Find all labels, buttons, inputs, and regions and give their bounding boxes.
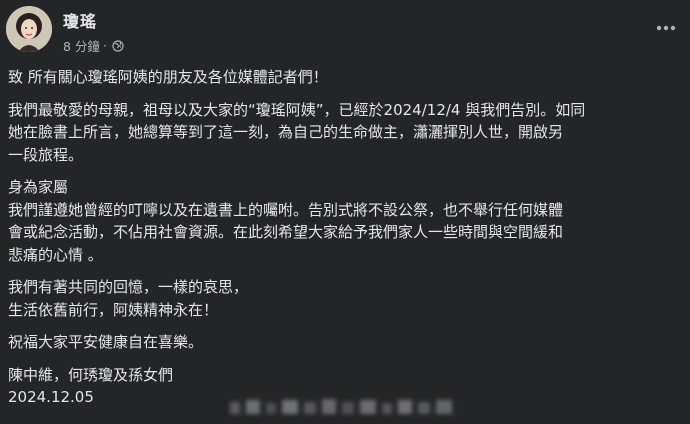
paragraph-farewell: 我們最敬愛的母親，祖母以及大家的“瓊瑤阿姨”，已經於2024/12/4 與我們告…: [8, 99, 684, 167]
text-line: 我們最敬愛的母親，祖母以及大家的“瓊瑤阿姨”，已經於2024/12/4 與我們告…: [8, 100, 586, 119]
paragraph-blessing: 祝福大家平安健康自在喜樂。: [8, 333, 204, 351]
post-header: 瓊瑤 8 分鐘 ·: [0, 0, 690, 62]
globe-icon[interactable]: [112, 39, 124, 52]
post-time[interactable]: 8 分鐘: [63, 36, 100, 55]
text-line: 她在臉書上所言，她總算等到了這一刻，為自己的生命做主，瀟灑揮別人世，開啟另: [8, 123, 564, 141]
more-options-button[interactable]: [652, 18, 680, 38]
paragraph-family: 身為家屬 我們謹遵她曾經的叮嚀以及在遺書上的囑咐。告別式將不設公祭，也不舉行任何…: [8, 176, 684, 266]
avatar[interactable]: [6, 6, 52, 52]
post-meta: 8 分鐘 ·: [63, 36, 124, 55]
signature-names: 陳中維，何琇瓊及孫女們: [8, 365, 174, 384]
text-line: 悲痛的心情 。: [8, 245, 103, 264]
post-body: 致 所有關心瓊瑤阿姨的朋友及各位媒體記者們！ 我們最敬愛的母親，祖母以及大家的“…: [8, 66, 684, 409]
author-name[interactable]: 瓊瑤: [63, 8, 97, 32]
text-line: 一段旅程。: [8, 145, 84, 164]
text-line: 身為家屬: [8, 178, 69, 196]
text-line: 生活依舊前行，阿姨精神永在！: [8, 300, 219, 319]
paragraph-memory: 我們有著共同的回憶，一樣的哀思， 生活依舊前行，阿姨精神永在！: [8, 276, 684, 321]
blurred-region: [226, 394, 466, 420]
text-line: 會或紀念活動，不佔用社會資源。在此刻希望大家給予我們家人一些時間與空間緩和: [8, 223, 564, 241]
text-line: 我們有著共同的回憶，一樣的哀思，: [8, 278, 249, 296]
meta-separator: ·: [102, 38, 107, 53]
greeting: 致 所有關心瓊瑤阿姨的朋友及各位媒體記者們！: [8, 68, 328, 86]
profile-photo: [6, 6, 52, 52]
text-line: 我們謹遵她曾經的叮嚀以及在遺書上的囑咐。告別式將不設公祭，也不舉行任何媒體: [8, 200, 564, 219]
more-dots-icon: [656, 25, 676, 31]
